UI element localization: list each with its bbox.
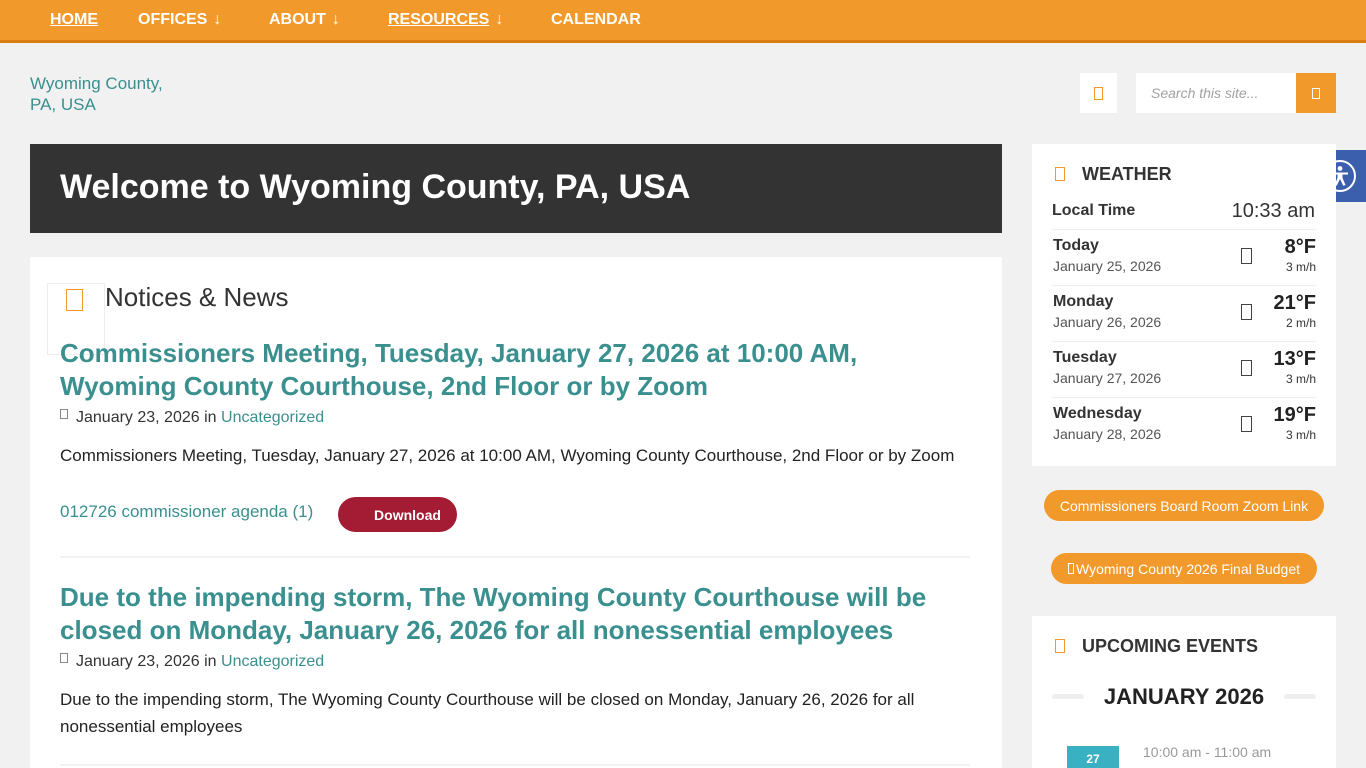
arrow-down-icon: ↓: [213, 11, 222, 28]
weather-title: WEATHER: [1082, 164, 1172, 184]
weather-condition-icon: [1241, 248, 1252, 264]
page-title-banner: Welcome to Wyoming County, PA, USA: [30, 144, 1002, 233]
events-title: UPCOMING EVENTS: [1082, 636, 1259, 656]
post-date: January 23, 2026: [76, 409, 200, 426]
budget-button[interactable]: Wyoming County 2026 Final Budget: [1051, 553, 1317, 584]
nav-about[interactable]: ABOUT ↓: [269, 11, 340, 29]
calendar-icon: [60, 653, 68, 663]
event-time: 10:00 am - 11:00 am: [1143, 744, 1272, 760]
search-input[interactable]: [1136, 73, 1296, 113]
events-widget: UPCOMING EVENTS JANUARY 2026 27 10:00 am…: [1032, 616, 1336, 768]
search-icon: [1312, 87, 1320, 99]
local-time-label: Local Time: [1052, 202, 1136, 219]
calendar-icon: [60, 409, 68, 419]
document-icon: [1068, 563, 1074, 574]
event-date-badge[interactable]: 27: [1067, 746, 1119, 768]
post-excerpt: Due to the impending storm, The Wyoming …: [60, 690, 915, 736]
weather-widget: WEATHER Local Time 10:33 am Today Januar…: [1032, 144, 1336, 466]
nav-calendar[interactable]: CALENDAR: [551, 11, 641, 29]
file-link[interactable]: 012726 commissioner agenda (1): [60, 502, 313, 522]
weather-icon: [1055, 167, 1065, 181]
nav-home[interactable]: HOME: [50, 11, 98, 29]
local-time-value: 10:33 am: [1231, 200, 1315, 222]
post-title-link[interactable]: Due to the impending storm, The Wyoming …: [60, 581, 980, 647]
weather-condition-icon: [1241, 360, 1252, 376]
post-meta: January 23, 2026 in Uncategorized: [60, 653, 324, 671]
forecast-row: Monday January 26, 2026 21°F 2 m/h: [1052, 285, 1316, 341]
category-link[interactable]: Uncategorized: [221, 409, 324, 426]
news-panel: Notices & News Commissioners Meeting, Tu…: [30, 257, 1002, 768]
post-date: January 23, 2026: [76, 653, 200, 670]
nav-offices[interactable]: OFFICES ↓: [138, 11, 221, 29]
post-divider: [60, 764, 970, 766]
arrow-down-icon: ↓: [331, 11, 340, 28]
site-logo[interactable]: Wyoming County, PA, USA: [30, 73, 180, 115]
post-divider: [60, 556, 970, 558]
forecast-row: Wednesday January 28, 2026 19°F 3 m/h: [1052, 397, 1316, 453]
forecast-row: Tuesday January 27, 2026 13°F 3 m/h: [1052, 341, 1316, 397]
section-title: Notices & News: [105, 282, 289, 312]
post-meta: January 23, 2026 in Uncategorized: [60, 409, 324, 427]
month-divider: [1284, 694, 1316, 699]
search-button[interactable]: [1296, 73, 1336, 113]
events-icon: [1055, 639, 1065, 653]
zoom-link-button[interactable]: Commissioners Board Room Zoom Link: [1044, 490, 1324, 521]
weather-condition-icon: [1241, 304, 1252, 320]
top-nav: HOME OFFICES ↓ ABOUT ↓ RESOURCES ↓ CALENDAR: [0, 0, 1366, 43]
nav-resources[interactable]: RESOURCES ↓: [388, 11, 503, 29]
download-button[interactable]: Download: [338, 497, 457, 532]
post-title-link[interactable]: Commissioners Meeting, Tuesday, January …: [60, 337, 980, 403]
weather-condition-icon: [1241, 416, 1252, 432]
grid-icon[interactable]: [1080, 73, 1117, 113]
category-link[interactable]: Uncategorized: [221, 653, 324, 670]
page-title: Welcome to Wyoming County, PA, USA: [60, 168, 691, 206]
post-excerpt: Commissioners Meeting, Tuesday, January …: [60, 446, 955, 465]
arrow-down-icon: ↓: [495, 11, 504, 28]
forecast-row: Today January 25, 2026 8°F 3 m/h: [1052, 229, 1316, 285]
